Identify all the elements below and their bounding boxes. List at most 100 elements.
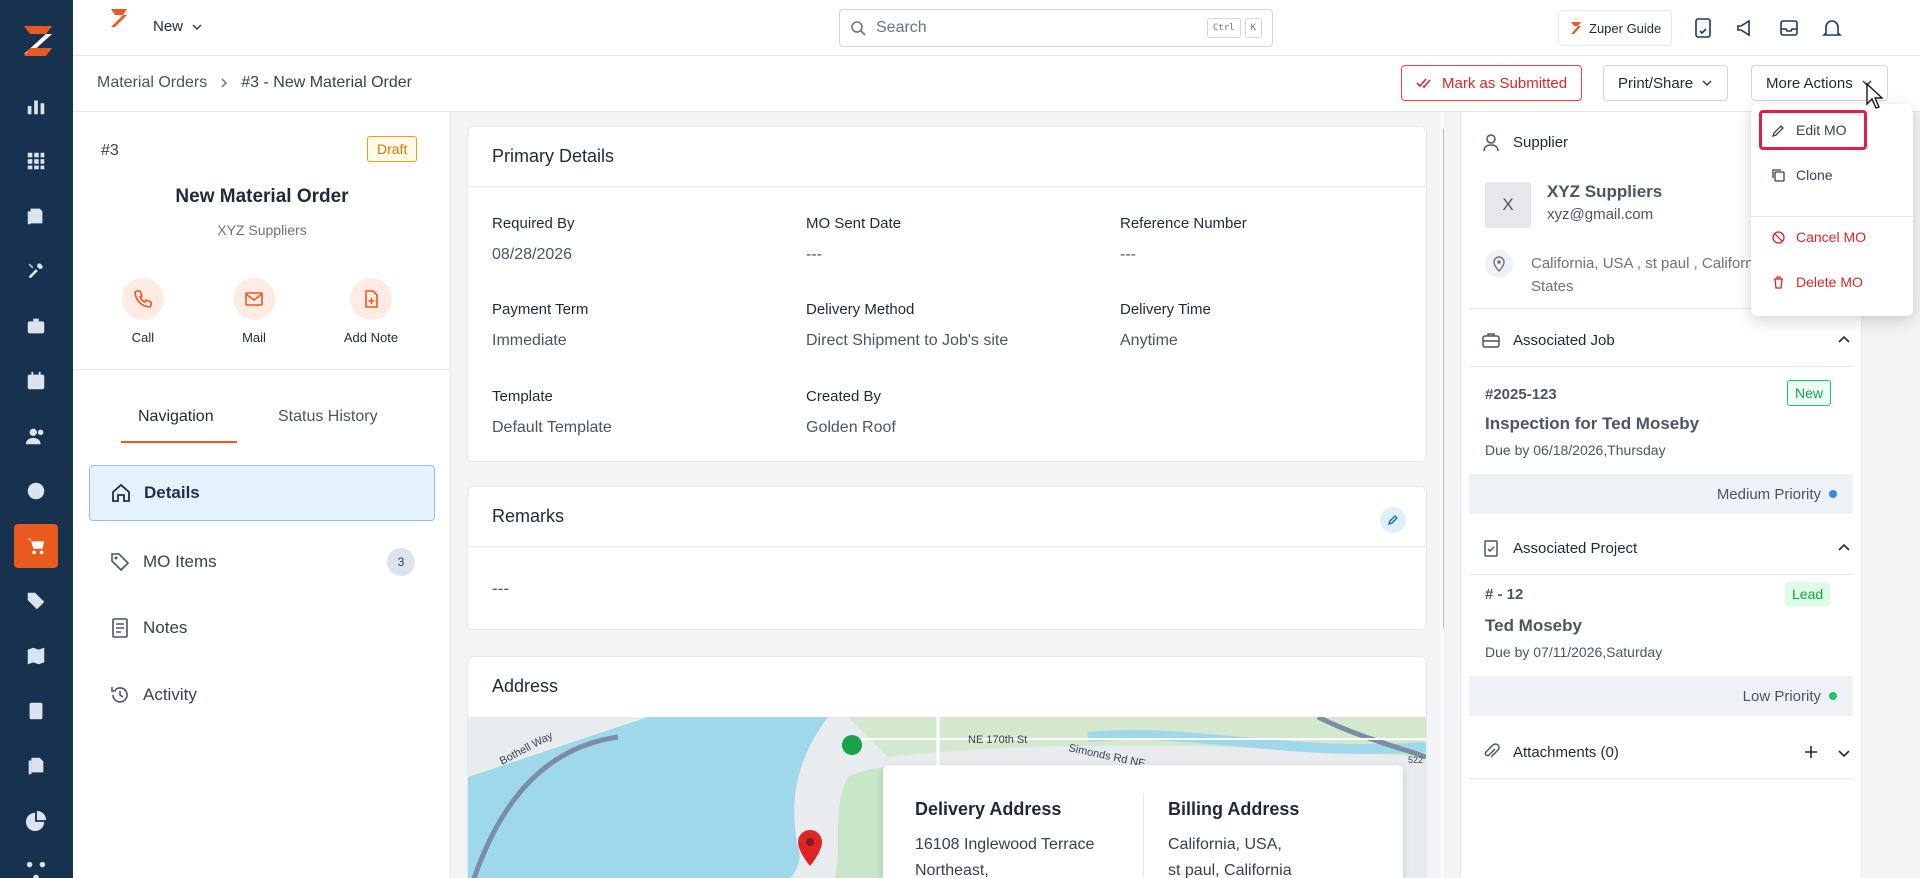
supplier-name[interactable]: XYZ Suppliers	[1547, 182, 1662, 202]
breadcrumb: Material Orders #3 - New Material Order	[97, 74, 412, 92]
zuper-guide-label: Zuper Guide	[1589, 20, 1662, 36]
menu-item-edit-mo[interactable]: Edit MO	[1771, 122, 1847, 138]
search-box[interactable]: Ctrl K	[839, 9, 1273, 47]
top-bar: New Ctrl K Zuper Guide G	[73, 0, 1920, 56]
field-value: Default Template	[492, 419, 612, 436]
field-label: Delivery Time	[1120, 301, 1211, 318]
print-share-button[interactable]: Print/Share	[1603, 65, 1729, 101]
project-title[interactable]: Ted Moseby	[1485, 616, 1582, 636]
megaphone-icon[interactable]	[1733, 15, 1759, 41]
remarks-value: ---	[492, 579, 509, 598]
documents-icon[interactable]	[20, 750, 52, 782]
tab-status-history[interactable]: Status History	[278, 408, 378, 426]
apps-icon[interactable]	[20, 145, 52, 177]
search-input[interactable]	[876, 19, 1203, 37]
supplier-email[interactable]: xyz@gmail.com	[1547, 206, 1653, 223]
field-value: Immediate	[492, 332, 567, 349]
supplier-section-header: Supplier	[1481, 132, 1568, 152]
menu-item-delete-mo[interactable]: Delete MO	[1771, 274, 1863, 290]
breadcrumb-material-orders[interactable]: Material Orders	[97, 74, 207, 92]
template-field: Template Default Template	[492, 388, 612, 437]
nav-item-notes[interactable]: Notes	[89, 600, 435, 656]
chevron-right-icon	[221, 78, 228, 88]
mo-sent-date-field: MO Sent Date ---	[806, 215, 901, 264]
zuper-guide-button[interactable]: Zuper Guide	[1558, 10, 1673, 46]
attachments-header[interactable]: Attachments (0)	[1481, 742, 1619, 762]
address-line: Northeast,	[915, 862, 989, 878]
address-map[interactable]: NE 170th St Simonds Rd NE Bothell Way 52…	[468, 717, 1426, 878]
priority-label: Low Priority	[1742, 687, 1821, 705]
reference-number-field: Reference Number ---	[1120, 215, 1247, 264]
map-icon[interactable]	[20, 640, 52, 672]
status-badge: Draft	[367, 136, 418, 162]
call-label: Call	[131, 330, 155, 345]
chevron-up-icon[interactable]	[1837, 334, 1851, 344]
created-by-field: Created By Golden Roof	[806, 388, 896, 437]
job-title[interactable]: Inspection for Ted Moseby	[1485, 414, 1699, 434]
users-icon[interactable]	[20, 420, 52, 452]
mail-label: Mail	[242, 330, 266, 345]
menu-item-label: Edit MO	[1796, 122, 1847, 138]
nav-item-activity[interactable]: Activity	[89, 667, 435, 723]
checklist-icon[interactable]	[1690, 15, 1716, 41]
chevron-down-icon[interactable]	[1837, 749, 1851, 759]
order-summary-panel: #3 Draft New Material Order XYZ Supplier…	[73, 112, 451, 878]
workflow-icon[interactable]	[20, 855, 52, 878]
pie-chart-icon[interactable]	[20, 805, 52, 837]
divider	[1469, 366, 1853, 367]
jobs-icon[interactable]	[20, 200, 52, 232]
associated-project-header[interactable]: Associated Project	[1481, 538, 1637, 558]
shortcut-key-ctrl: Ctrl	[1206, 18, 1241, 38]
associated-job-header[interactable]: Associated Job	[1481, 330, 1615, 350]
address-line: 16108 Inglewood Terrace	[915, 836, 1095, 853]
chevron-up-icon[interactable]	[1837, 542, 1851, 552]
section-title: Supplier	[1513, 133, 1569, 151]
tag-icon	[111, 553, 130, 572]
map-route-label: 522	[1408, 755, 1423, 765]
mark-as-submitted-label: Mark as Submitted	[1442, 74, 1568, 92]
mo-supplier: XYZ Suppliers	[217, 222, 307, 238]
edit-remarks-button[interactable]	[1380, 507, 1406, 533]
billing-address-lines: California, USA, st paul, California	[1168, 832, 1299, 878]
delivery-time-field: Delivery Time Anytime	[1120, 301, 1211, 350]
main-scrollbar-thumb[interactable]	[1443, 126, 1444, 630]
address-line: California, USA,	[1168, 836, 1282, 853]
mark-as-submitted-button[interactable]: Mark as Submitted	[1401, 65, 1583, 101]
nav-item-details[interactable]: Details	[89, 465, 435, 521]
field-value: 08/28/2026	[492, 246, 573, 263]
field-value: Anytime	[1120, 332, 1178, 349]
tag-icon[interactable]	[20, 585, 52, 617]
menu-item-clone[interactable]: Clone	[1771, 167, 1833, 183]
page-header: Material Orders #3 - New Material Order …	[73, 56, 1920, 112]
mail-icon	[245, 292, 263, 306]
mail-action[interactable]: Mail	[214, 278, 294, 345]
billing-address-title: Billing Address	[1168, 799, 1300, 819]
call-action[interactable]: Call	[103, 278, 183, 345]
new-menu-button[interactable]: New	[153, 18, 203, 35]
menu-item-label: Delete MO	[1796, 274, 1863, 290]
briefcase-icon[interactable]	[20, 310, 52, 342]
zuper-logo-icon[interactable]	[16, 20, 58, 62]
zuper-mark-icon	[111, 9, 127, 27]
inbox-icon[interactable]	[1776, 15, 1802, 41]
divider	[73, 369, 450, 370]
add-note-action[interactable]: Add Note	[331, 278, 411, 345]
nav-item-mo-items[interactable]: MO Items 3	[89, 534, 435, 590]
dashboard-icon[interactable]	[20, 90, 52, 122]
calculator-icon[interactable]	[20, 695, 52, 727]
clock-icon[interactable]	[20, 475, 52, 507]
add-attachment-icon[interactable]	[1803, 744, 1819, 760]
tools-icon[interactable]	[20, 255, 52, 287]
tab-navigation[interactable]: Navigation	[138, 408, 214, 426]
delivery-address-title: Delivery Address	[915, 799, 1062, 819]
project-number: # - 12	[1485, 586, 1524, 603]
chevron-down-icon	[192, 23, 202, 30]
menu-item-cancel-mo[interactable]: Cancel MO	[1771, 229, 1866, 245]
briefcase-icon	[1482, 333, 1500, 348]
more-actions-label: More Actions	[1766, 74, 1853, 92]
sidebar	[0, 0, 73, 878]
calendar-icon[interactable]	[20, 365, 52, 397]
bell-icon[interactable]	[1819, 15, 1845, 41]
field-value: ---	[806, 246, 822, 263]
cart-icon[interactable]	[14, 524, 58, 568]
